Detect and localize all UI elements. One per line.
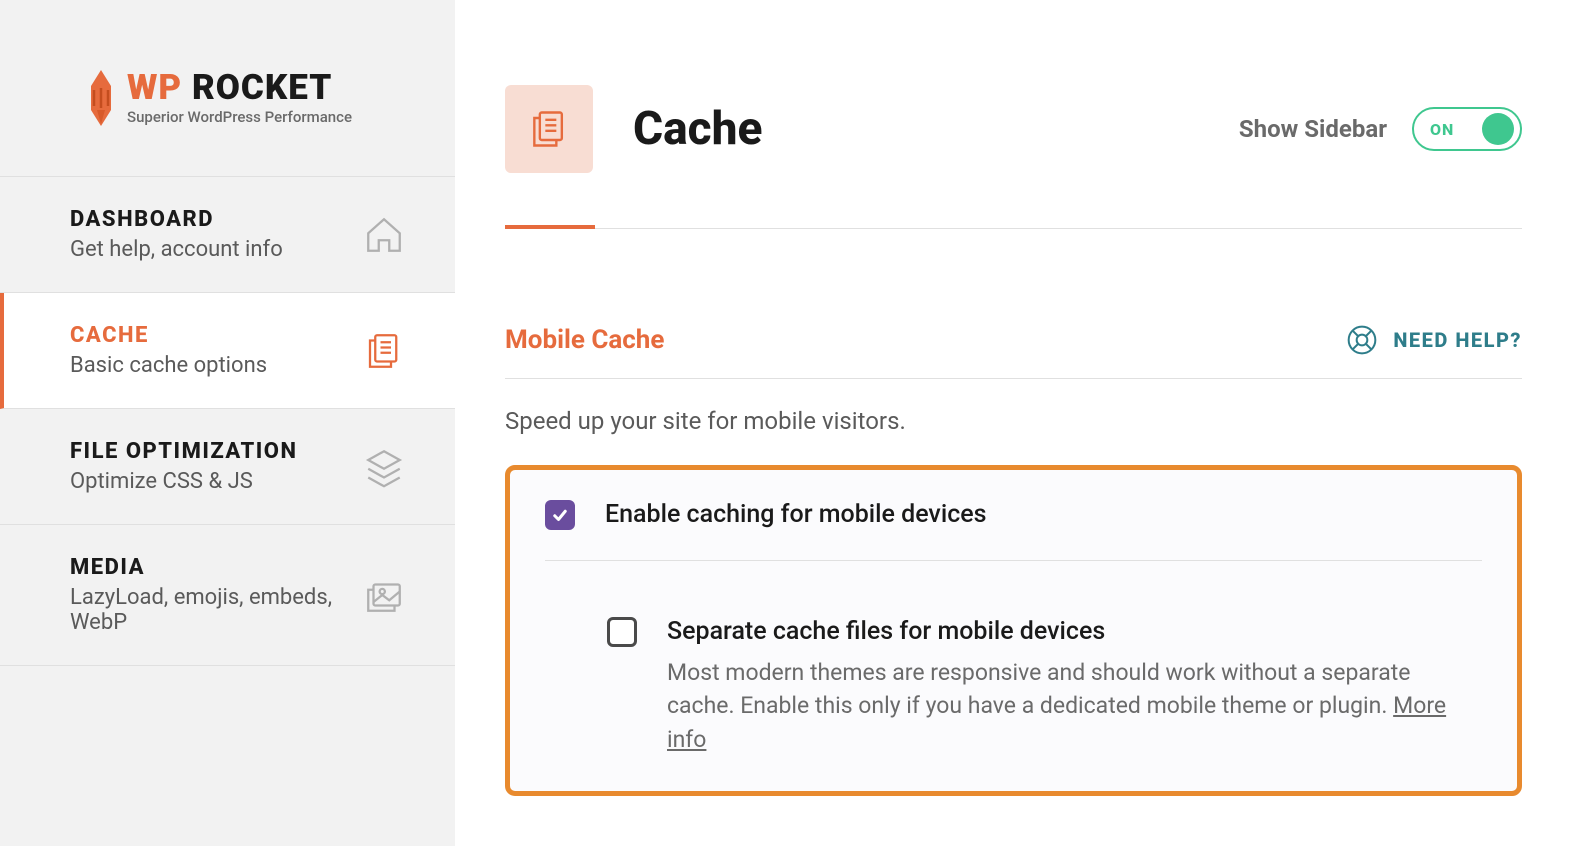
section-title: Mobile Cache: [505, 325, 664, 355]
sidebar-toggle-area: Show Sidebar ON: [1239, 107, 1522, 151]
logo-title: WP ROCKET: [127, 70, 352, 105]
option-enable-mobile-cache: Enable caching for mobile devices: [545, 500, 1482, 530]
nav-title: CACHE: [70, 323, 267, 348]
mobile-cache-section: Mobile Cache NEED HELP? Speed up your si…: [505, 324, 1522, 796]
page-header: Cache Show Sidebar ON: [505, 85, 1522, 229]
sidebar-toggle-label: Show Sidebar: [1239, 115, 1387, 143]
sidebar: WP ROCKET Superior WordPress Performance…: [0, 0, 455, 846]
sidebar-item-file-optimization[interactable]: FILE OPTIMIZATION Optimize CSS & JS: [0, 409, 455, 525]
option-desc-text: Most modern themes are responsive and sh…: [667, 659, 1410, 719]
option-divider: [545, 560, 1482, 561]
layers-icon: [363, 446, 405, 488]
nav-title: FILE OPTIMIZATION: [70, 439, 297, 464]
option-label: Enable caching for mobile devices: [605, 500, 987, 529]
documents-icon: [363, 330, 405, 372]
sidebar-item-cache[interactable]: CACHE Basic cache options: [0, 293, 455, 409]
logo-wp-text: WP: [127, 67, 182, 108]
logo-text: WP ROCKET Superior WordPress Performance: [127, 70, 352, 126]
section-desc: Speed up your site for mobile visitors.: [505, 407, 1522, 435]
logo-area: WP ROCKET Superior WordPress Performance: [0, 0, 455, 177]
page-title: Cache: [633, 102, 1199, 156]
logo-rocket-icon: [85, 70, 117, 126]
nav-sub: LazyLoad, emojis, embeds, WebP: [70, 585, 363, 635]
main-content: Cache Show Sidebar ON Mobile Cache NEED …: [455, 0, 1592, 846]
nav-title: DASHBOARD: [70, 207, 283, 232]
enable-mobile-cache-checkbox[interactable]: [545, 500, 575, 530]
nav-sub: Get help, account info: [70, 237, 283, 262]
documents-icon: [527, 107, 571, 151]
logo-tagline: Superior WordPress Performance: [127, 108, 352, 126]
sidebar-toggle[interactable]: ON: [1412, 107, 1522, 151]
lifebuoy-icon: [1346, 324, 1378, 356]
home-icon: [363, 214, 405, 256]
nav-text: CACHE Basic cache options: [70, 323, 267, 378]
need-help-link[interactable]: NEED HELP?: [1346, 324, 1522, 356]
nav-text: MEDIA LazyLoad, emojis, embeds, WebP: [70, 555, 363, 635]
toggle-knob: [1482, 113, 1514, 145]
check-icon: [551, 506, 569, 524]
option-desc: Most modern themes are responsive and sh…: [667, 656, 1482, 756]
nav-title: MEDIA: [70, 555, 363, 580]
nav-sub: Basic cache options: [70, 353, 267, 378]
logo-rocket-text: ROCKET: [192, 67, 332, 108]
nav-text: DASHBOARD Get help, account info: [70, 207, 283, 262]
option-separate-cache-files: Separate cache files for mobile devices …: [607, 587, 1482, 756]
option-texts: Enable caching for mobile devices: [605, 500, 987, 529]
nav-sub: Optimize CSS & JS: [70, 469, 297, 494]
nav-text: FILE OPTIMIZATION Optimize CSS & JS: [70, 439, 297, 494]
sidebar-item-media[interactable]: MEDIA LazyLoad, emojis, embeds, WebP: [0, 525, 455, 666]
need-help-label: NEED HELP?: [1393, 328, 1522, 352]
toggle-on-label: ON: [1430, 120, 1454, 139]
images-icon: [363, 574, 405, 616]
option-label: Separate cache files for mobile devices: [667, 617, 1482, 646]
section-header: Mobile Cache NEED HELP?: [505, 324, 1522, 379]
mobile-cache-options-box: Enable caching for mobile devices Separa…: [505, 465, 1522, 796]
page-header-icon: [505, 85, 593, 173]
option-texts: Separate cache files for mobile devices …: [667, 617, 1482, 756]
sidebar-item-dashboard[interactable]: DASHBOARD Get help, account info: [0, 177, 455, 293]
separate-cache-files-checkbox[interactable]: [607, 617, 637, 647]
